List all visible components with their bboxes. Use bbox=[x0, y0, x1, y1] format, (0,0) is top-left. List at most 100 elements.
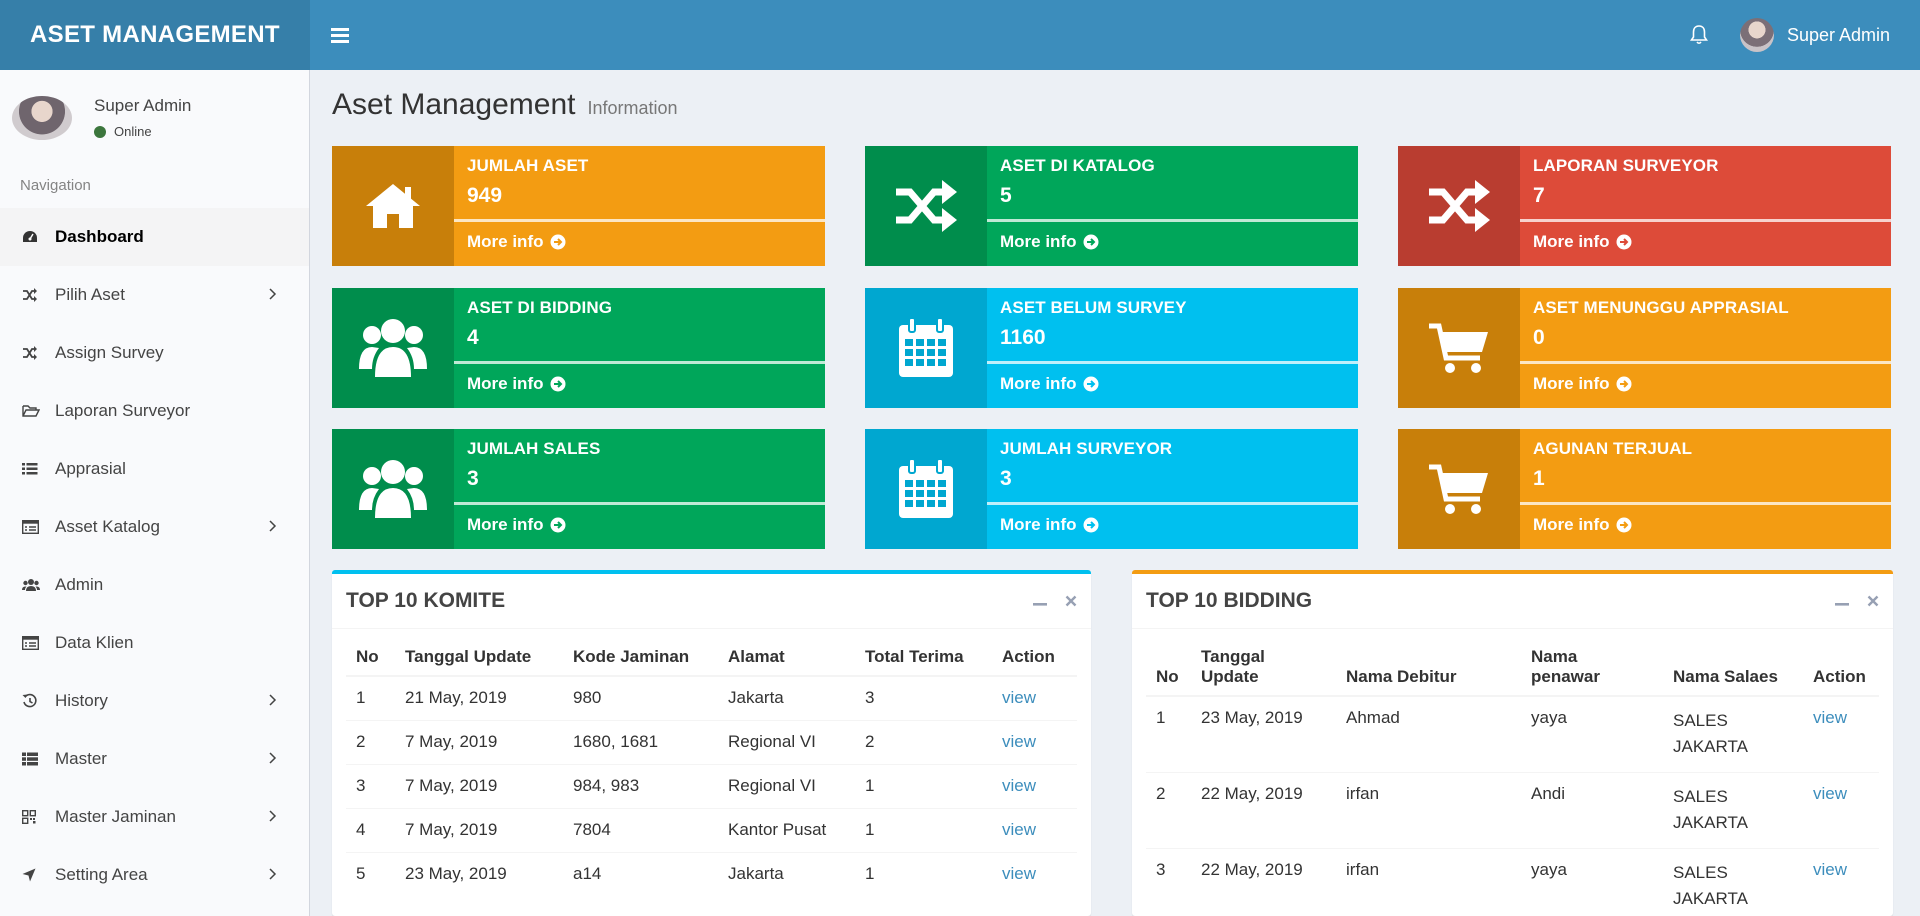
infobox-laporan-surveyor: LAPORAN SURVEYOR 7 More info bbox=[1398, 146, 1891, 266]
users-icon bbox=[332, 288, 454, 408]
infobox-value: 3 bbox=[1000, 467, 1012, 490]
table-row: 1 23 May, 2019 Ahmad yaya SALES JAKARTA … bbox=[1146, 695, 1879, 773]
sidebar-item-label: Pilih Aset bbox=[55, 285, 125, 304]
content-header: Aset Management Information bbox=[332, 88, 678, 122]
random-icon bbox=[22, 346, 55, 360]
more-info-link[interactable]: More info bbox=[1000, 374, 1099, 394]
users-icon bbox=[22, 578, 55, 592]
top-navbar: Super Admin bbox=[310, 0, 1920, 70]
view-link[interactable]: view bbox=[1813, 784, 1847, 803]
more-info-link[interactable]: More info bbox=[1533, 232, 1632, 252]
cell-alamat: Regional VI bbox=[718, 764, 855, 809]
more-info-label: More info bbox=[467, 374, 544, 393]
sidebar-item-label: Data Klien bbox=[55, 633, 134, 652]
cell-no: 3 bbox=[346, 764, 395, 809]
infobox-value: 5 bbox=[1000, 184, 1012, 207]
more-info-link[interactable]: More info bbox=[1000, 515, 1099, 535]
close-icon[interactable] bbox=[1065, 591, 1077, 612]
infobox-value: 7 bbox=[1533, 184, 1545, 207]
more-info-link[interactable]: More info bbox=[1533, 515, 1632, 535]
view-link[interactable]: view bbox=[1002, 820, 1036, 839]
box-title: TOP 10 BIDDING bbox=[1146, 589, 1313, 612]
sidebar-item-apprasial[interactable]: Apprasial bbox=[0, 440, 309, 498]
view-link[interactable]: view bbox=[1002, 776, 1036, 795]
infobox-jumlah-surveyor: JUMLAH SURVEYOR 3 More info bbox=[865, 429, 1358, 549]
box-title: TOP 10 KOMITE bbox=[346, 589, 506, 612]
sidebar-item-label: Apprasial bbox=[55, 459, 126, 478]
sidebar-item-dashboard[interactable]: Dashboard bbox=[0, 208, 309, 266]
minus-icon[interactable] bbox=[1835, 591, 1849, 612]
cell-date: 7 May, 2019 bbox=[395, 808, 563, 853]
column-header: No bbox=[1146, 639, 1191, 697]
more-info-link[interactable]: More info bbox=[1533, 374, 1632, 394]
arrow-circle-right-icon bbox=[1616, 234, 1632, 250]
komite-table: No Tanggal Update Kode Jaminan Alamat To… bbox=[346, 639, 1077, 896]
sidebar-item-admin[interactable]: Admin bbox=[0, 556, 309, 614]
view-link[interactable]: view bbox=[1813, 860, 1847, 879]
sidebar-item-asset-katalog[interactable]: Asset Katalog bbox=[0, 498, 309, 556]
user-menu[interactable]: Super Admin bbox=[1739, 18, 1890, 52]
cell-no: 2 bbox=[346, 720, 395, 765]
nav-header: Navigation bbox=[20, 177, 91, 194]
sidebar-item-label: History bbox=[55, 691, 108, 710]
more-info-link[interactable]: More info bbox=[467, 232, 566, 252]
cell-debitur: irfan bbox=[1336, 848, 1521, 916]
close-icon[interactable] bbox=[1867, 591, 1879, 612]
arrow-circle-right-icon bbox=[1616, 376, 1632, 392]
infobox-title: JUMLAH SURVEYOR bbox=[1000, 439, 1173, 458]
sidebar-item-label: Dashboard bbox=[55, 227, 144, 246]
sidebar-item-master[interactable]: Master bbox=[0, 730, 309, 788]
infobox-jumlah-sales: JUMLAH SALES 3 More info bbox=[332, 429, 825, 549]
infobox-value: 1160 bbox=[1000, 326, 1046, 349]
more-info-label: More info bbox=[1533, 232, 1610, 251]
cell-total: 1 bbox=[855, 852, 992, 896]
sidebar-item-pilih-aset[interactable]: Pilih Aset bbox=[0, 266, 309, 324]
more-info-link[interactable]: More info bbox=[467, 515, 566, 535]
table-row: 3 7 May, 2019 984, 983 Regional VI 1 vie… bbox=[346, 764, 1077, 809]
sidebar-item-label: Admin bbox=[55, 575, 104, 594]
sidebar-item-data-klien[interactable]: Data Klien bbox=[0, 614, 309, 672]
infobox-agunan-terjual: AGUNAN TERJUAL 1 More info bbox=[1398, 429, 1891, 549]
column-header: Action bbox=[992, 639, 1077, 677]
view-link[interactable]: view bbox=[1813, 708, 1847, 727]
sidebar-item-history[interactable]: History bbox=[0, 672, 309, 730]
chevron-right-icon bbox=[269, 691, 277, 711]
infobox-value: 0 bbox=[1533, 326, 1545, 349]
table-row: 4 7 May, 2019 7804 Kantor Pusat 1 view bbox=[346, 808, 1077, 853]
sidebar-item-setting-area[interactable]: Setting Area bbox=[0, 846, 309, 904]
app-logo[interactable]: ASET MANAGEMENT bbox=[0, 0, 310, 70]
home-icon bbox=[332, 146, 454, 266]
sidebar-item-master-jaminan[interactable]: Master Jaminan bbox=[0, 788, 309, 846]
sidebar-item-assign-survey[interactable]: Assign Survey bbox=[0, 324, 309, 382]
cell-kode: 984, 983 bbox=[563, 764, 718, 809]
notification-bell-icon[interactable] bbox=[1674, 0, 1724, 70]
more-info-link[interactable]: More info bbox=[1000, 232, 1099, 252]
cell-penawar: yaya bbox=[1521, 695, 1663, 773]
online-dot-icon bbox=[94, 125, 106, 138]
table-row: 1 21 May, 2019 980 Jakarta 3 view bbox=[346, 675, 1077, 721]
column-header: No bbox=[346, 639, 395, 677]
column-header: Action bbox=[1803, 639, 1879, 697]
infobox-title: JUMLAH SALES bbox=[467, 439, 601, 458]
cell-no: 1 bbox=[346, 675, 395, 721]
list-icon bbox=[22, 462, 55, 476]
menu-toggle-icon[interactable] bbox=[310, 0, 370, 70]
bidding-box: TOP 10 BIDDING No Tanggal Update Nama De… bbox=[1132, 570, 1893, 916]
cell-no: 3 bbox=[1146, 848, 1191, 916]
cell-alamat: Kantor Pusat bbox=[718, 808, 855, 853]
table-row: 5 23 May, 2019 a14 Jakarta 1 view bbox=[346, 852, 1077, 896]
infobox-title: ASET MENUNGGU APPRASIAL bbox=[1533, 298, 1789, 317]
view-link[interactable]: view bbox=[1002, 864, 1036, 883]
cell-kode: 1680, 1681 bbox=[563, 720, 718, 765]
column-header: Nama Salaes bbox=[1663, 639, 1803, 697]
column-header: Kode Jaminan bbox=[563, 639, 718, 677]
chevron-right-icon bbox=[269, 865, 277, 885]
view-link[interactable]: view bbox=[1002, 688, 1036, 707]
page-title: Aset Management bbox=[332, 88, 576, 121]
chevron-right-icon bbox=[269, 517, 277, 537]
minus-icon[interactable] bbox=[1033, 591, 1047, 612]
sidebar-item-laporan-surveyor[interactable]: Laporan Surveyor bbox=[0, 382, 309, 440]
view-link[interactable]: view bbox=[1002, 732, 1036, 751]
cell-date: 22 May, 2019 bbox=[1191, 848, 1336, 916]
more-info-link[interactable]: More info bbox=[467, 374, 566, 394]
